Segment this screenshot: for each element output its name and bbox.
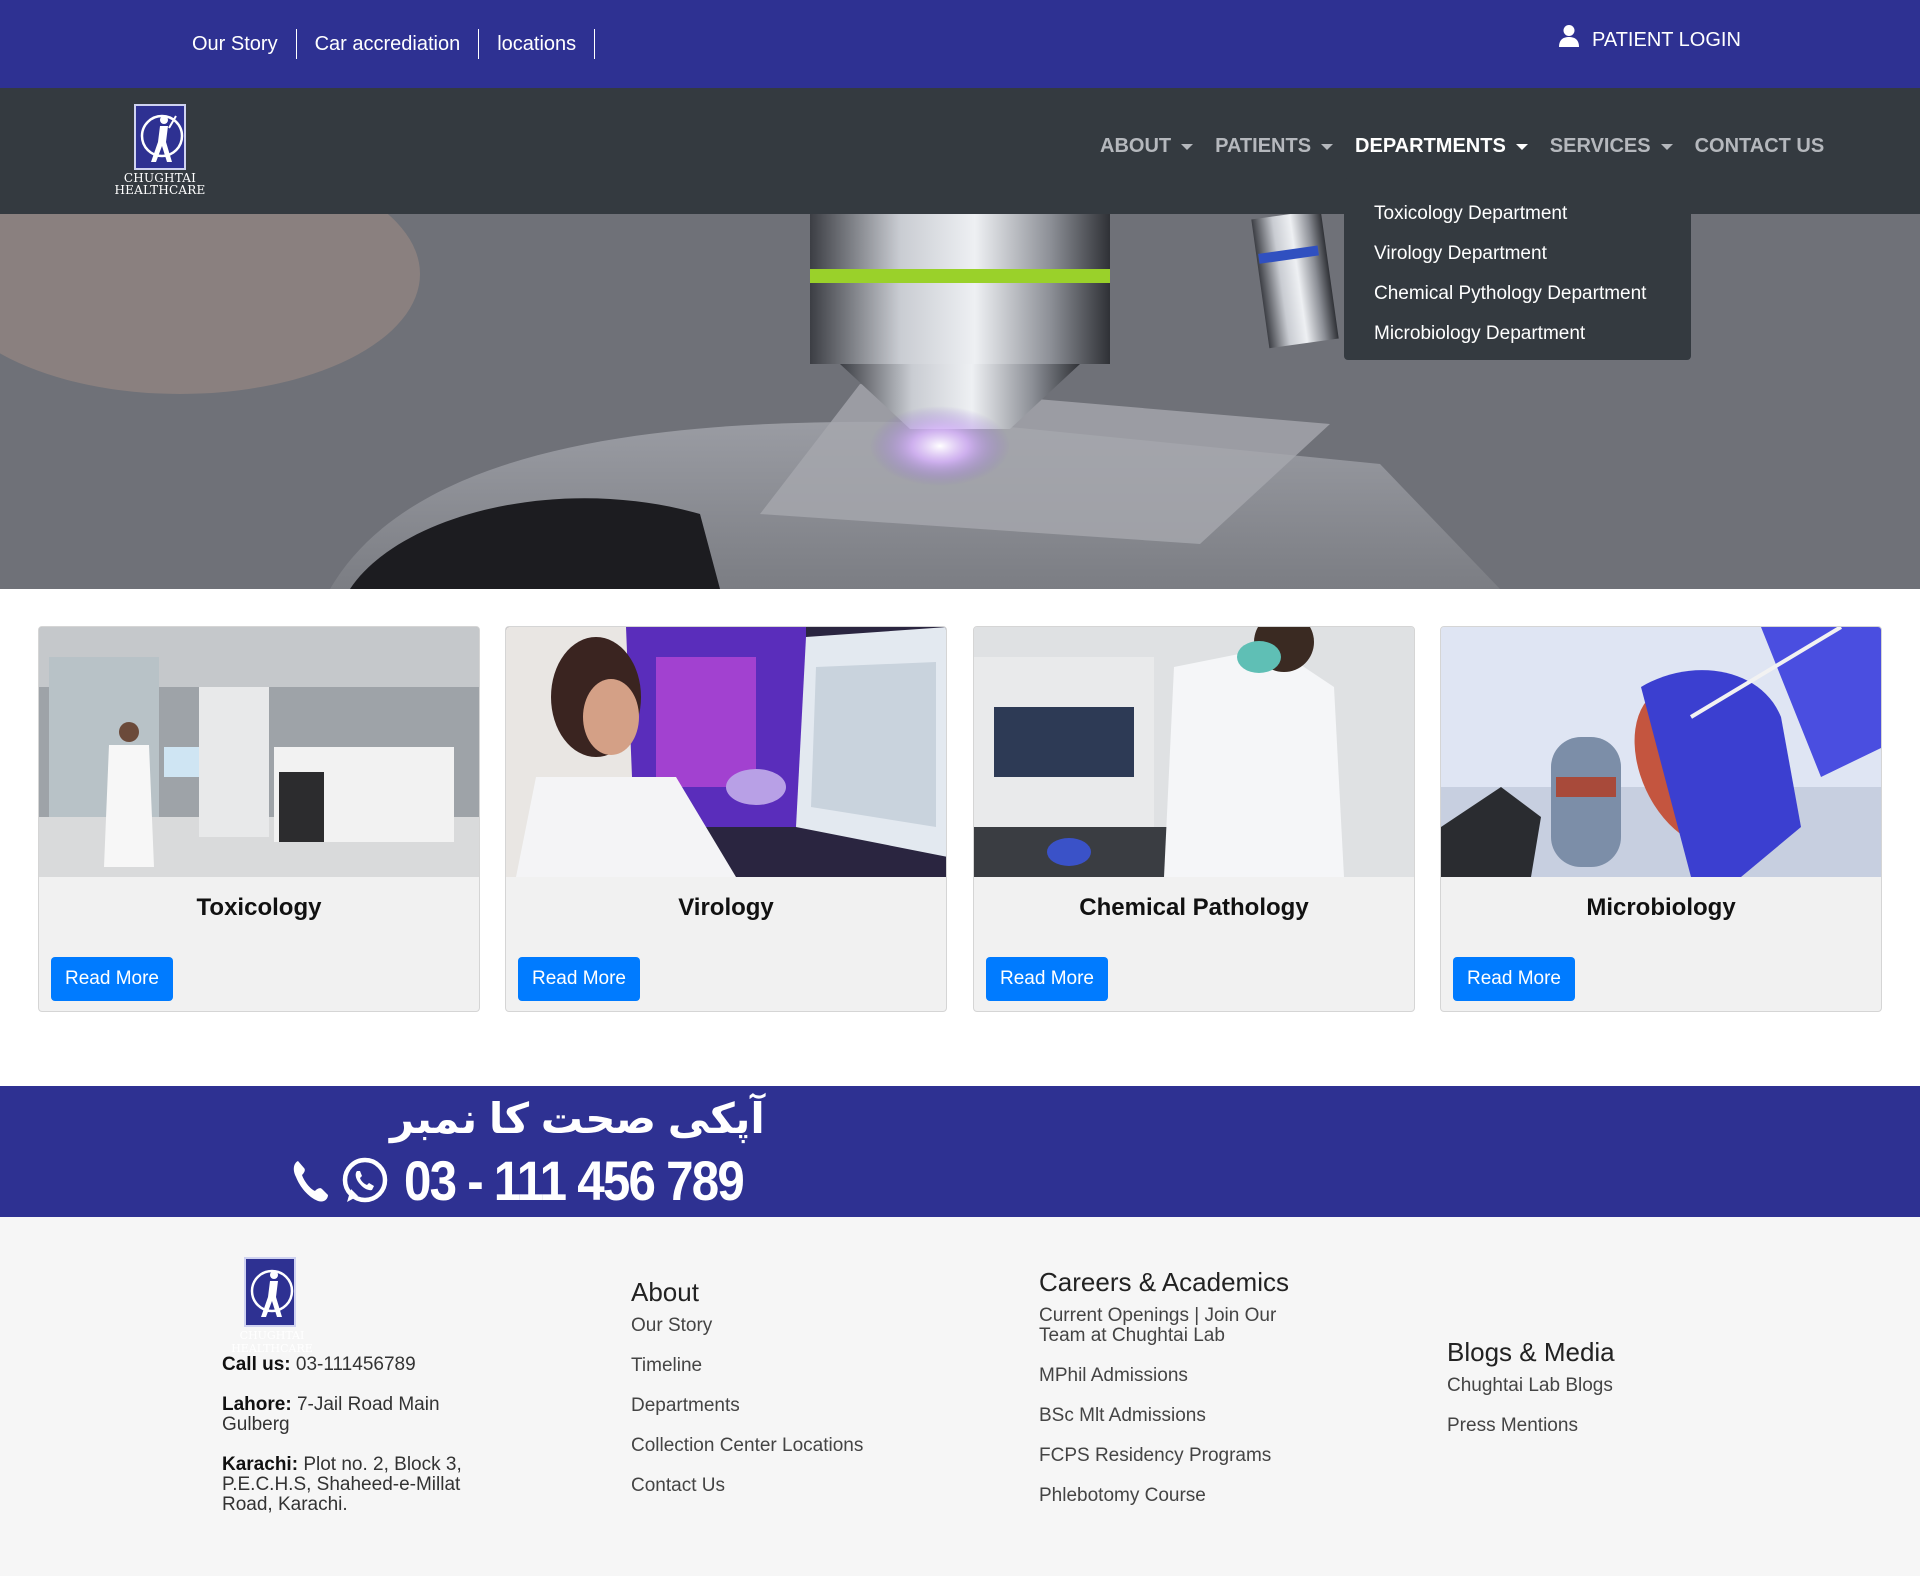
top-link-our-story[interactable]: Our Story [180,29,297,59]
footer-link-current-openings[interactable]: Current Openings | Join Our Team at Chug… [1039,1306,1309,1346]
top-bar: Our Story Car accrediation locations PAT… [0,0,1920,88]
read-more-button[interactable]: Read More [51,957,173,1001]
logo-line-1: CHUGHTAI [239,1329,305,1342]
card-title: Virology [678,894,774,921]
footer-call-us: Call us: 03-111456789 [222,1355,482,1375]
nav-services[interactable]: SERVICES [1550,135,1673,158]
footer-link-departments[interactable]: Departments [631,1396,863,1416]
nav-about-label: ABOUT [1100,135,1172,157]
phone-icon [293,1160,328,1202]
footer-link-fcps-residency[interactable]: FCPS Residency Programs [1039,1446,1309,1466]
logo-mark [134,104,186,170]
caret-down-icon [1515,143,1528,150]
card-title: Toxicology [196,894,322,921]
footer-link-our-story[interactable]: Our Story [631,1316,863,1336]
footer-link-collection-centers[interactable]: Collection Center Locations [631,1436,863,1456]
logo-text: CHUGHTAI HEALTHCARE [114,172,206,196]
footer-blogs-heading: Blogs & Media [1447,1337,1615,1367]
nav-departments[interactable]: DEPARTMENTS [1355,135,1528,158]
footer-careers-heading: Careers & Academics [1039,1267,1289,1297]
dropdown-item-virology[interactable]: Virology Department [1344,234,1691,274]
footer-logo[interactable]: CHUGHTAI HEALTHCARE [222,1257,322,1355]
nav-contact-us-label: CONTACT US [1694,135,1825,157]
footer-about-heading: About [631,1277,699,1307]
nav-patients[interactable]: PATIENTS [1215,135,1334,158]
footer-link-phlebotomy-course[interactable]: Phlebotomy Course [1039,1486,1309,1506]
footer-contact: Call us: 03-111456789 Lahore: 7-Jail Roa… [222,1355,482,1535]
hotline-number: 03 - 111 456 789 [404,1149,745,1212]
read-more-button[interactable]: Read More [986,957,1108,1001]
footer-about-links: Our Story Timeline Departments Collectio… [631,1316,863,1516]
footer: CHUGHTAI HEALTHCARE Call us: 03-11145678… [0,1217,1920,1576]
card-title: Chemical Pathology [1079,894,1309,921]
microbiology-lab-image [1441,627,1881,877]
dropdown-item-toxicology[interactable]: Toxicology Department [1344,194,1691,234]
footer-logo-text: CHUGHTAI HEALTHCARE [222,1329,322,1355]
footer-link-mphil-admissions[interactable]: MPhil Admissions [1039,1366,1309,1386]
chemical-pathology-lab-image [974,627,1414,877]
nav-contact-us[interactable]: CONTACT US [1695,135,1825,158]
karachi-label: Karachi: [222,1454,299,1475]
hotline-urdu-tagline: آپکی صحت کا نمبر [390,1095,765,1142]
main-menu: ABOUT PATIENTS DEPARTMENTS SERVICES CONT… [1100,135,1846,158]
call-us-value[interactable]: 03-111456789 [296,1354,416,1375]
footer-karachi-address: Karachi: Plot no. 2, Block 3, P.E.C.H.S,… [222,1455,482,1515]
department-card-virology: Virology Read More [505,626,947,1012]
card-title: Microbiology [1586,894,1736,921]
department-card-microbiology: Microbiology Read More [1440,626,1882,1012]
user-icon [1559,25,1579,47]
whatsapp-icon [342,1157,388,1202]
footer-careers-links: Current Openings | Join Our Team at Chug… [1039,1306,1309,1526]
brand-logo[interactable]: CHUGHTAI HEALTHCARE [114,104,206,200]
call-us-label: Call us: [222,1354,291,1375]
top-link-car-accrediation[interactable]: Car accrediation [297,29,480,59]
lahore-label: Lahore: [222,1394,292,1415]
nav-services-label: SERVICES [1549,135,1651,157]
nav-patients-label: PATIENTS [1215,135,1312,157]
top-link-locations[interactable]: locations [479,29,596,59]
footer-link-chughtai-blogs[interactable]: Chughtai Lab Blogs [1447,1376,1613,1396]
dropdown-item-chemical-pythology[interactable]: Chemical Pythology Department [1344,274,1691,314]
footer-link-bsc-mlt-admissions[interactable]: BSc Mlt Admissions [1039,1406,1309,1426]
caret-down-icon [1321,143,1334,150]
dropdown-item-microbiology[interactable]: Microbiology Department [1344,314,1691,354]
logo-mark [244,1257,296,1327]
logo-line-2: HEALTHCARE [114,183,206,197]
patient-login-link[interactable]: PATIENT LOGIN [1558,25,1741,52]
hotline-phone[interactable]: 03 - 111 456 789 [290,1148,789,1213]
patient-login-label: PATIENT LOGIN [1592,28,1741,51]
hotline-banner: آپکی صحت کا نمبر 03 - 111 456 789 [0,1086,1920,1217]
caret-down-icon [1181,143,1194,150]
virology-lab-image [506,627,946,877]
toxicology-lab-image [39,627,479,877]
top-links: Our Story Car accrediation locations [180,29,596,59]
department-card-toxicology: Toxicology Read More [38,626,480,1012]
footer-link-press-mentions[interactable]: Press Mentions [1447,1416,1613,1436]
read-more-button[interactable]: Read More [1453,957,1575,1001]
nav-departments-label: DEPARTMENTS [1355,135,1506,157]
footer-link-contact-us[interactable]: Contact Us [631,1476,863,1496]
read-more-button[interactable]: Read More [518,957,640,1001]
footer-link-timeline[interactable]: Timeline [631,1356,863,1376]
footer-lahore-address: Lahore: 7-Jail Road Main Gulberg [222,1395,482,1435]
footer-blogs-links: Chughtai Lab Blogs Press Mentions [1447,1376,1613,1456]
departments-dropdown-menu: Toxicology Department Virology Departmen… [1344,178,1691,360]
nav-about[interactable]: ABOUT [1100,135,1194,158]
department-card-chemical-pathology: Chemical Pathology Read More [973,626,1415,1012]
caret-down-icon [1660,143,1673,150]
